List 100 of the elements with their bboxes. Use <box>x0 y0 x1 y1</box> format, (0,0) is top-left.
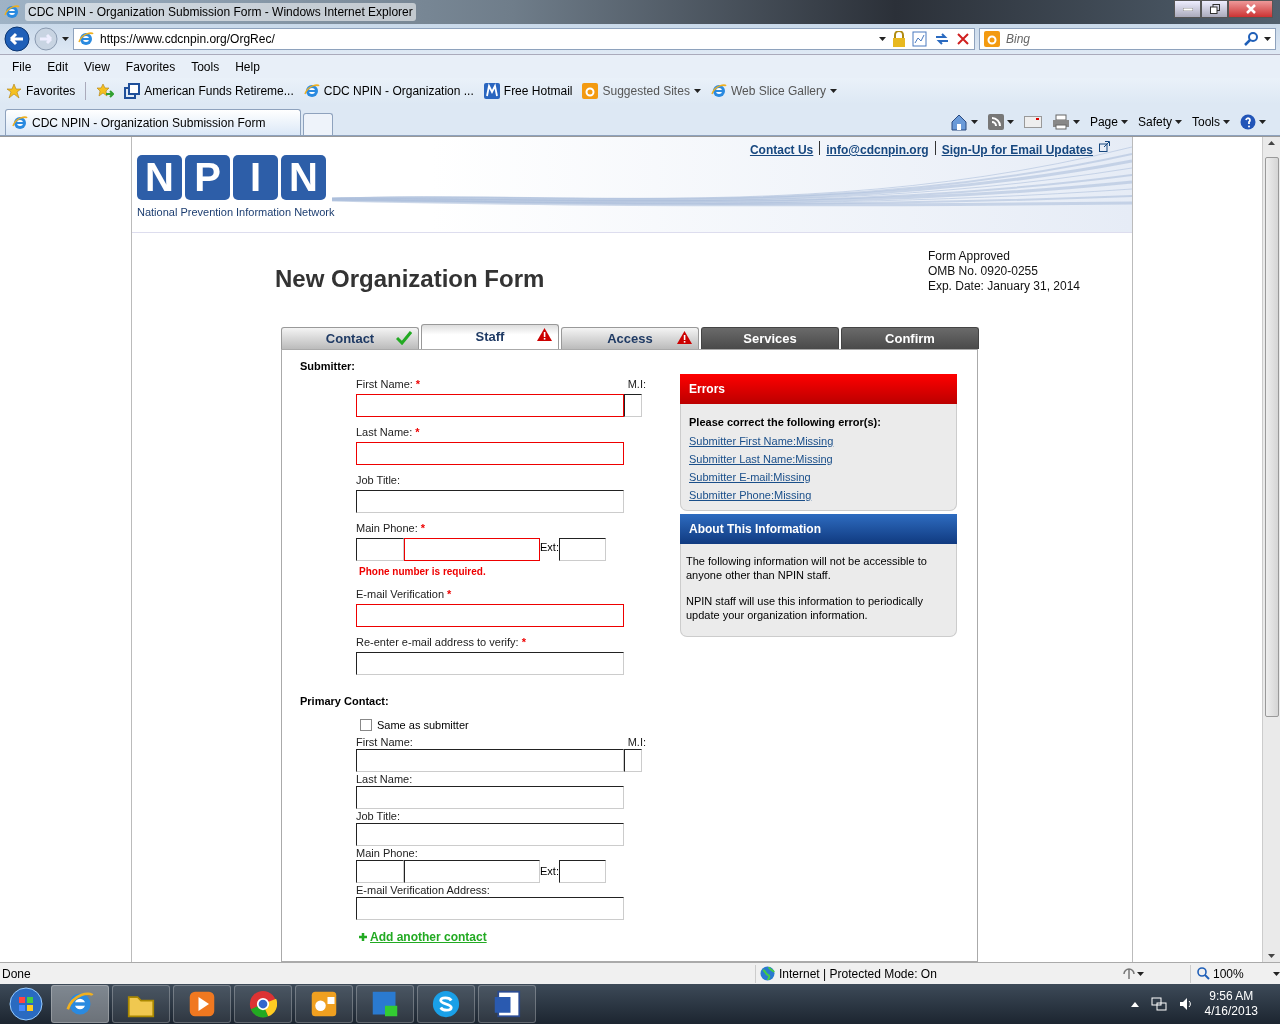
dropdown-caret-icon[interactable] <box>1259 120 1266 124</box>
favorite-link[interactable]: CDC NPIN - Organization ... <box>303 82 474 100</box>
dropdown-caret-icon[interactable] <box>1223 120 1230 124</box>
favorite-link[interactable]: Suggested Sites <box>582 82 701 100</box>
stop-icon[interactable] <box>956 32 970 46</box>
dropdown-caret-icon[interactable] <box>1006 120 1014 124</box>
menu-item[interactable]: File <box>4 57 40 76</box>
home-icon[interactable] <box>949 113 968 131</box>
dropdown-caret-icon[interactable] <box>1137 971 1144 976</box>
required-mark: * <box>521 634 526 649</box>
volume-icon[interactable] <box>1178 997 1193 1011</box>
dropdown-caret-icon[interactable] <box>693 89 701 93</box>
field-label: Ext: <box>540 540 559 556</box>
scrollbar[interactable] <box>1262 137 1280 962</box>
error-link[interactable]: Submitter Last Name:Missing <box>689 449 948 468</box>
dropdown-caret-icon[interactable] <box>1072 120 1080 124</box>
taskbar-app[interactable] <box>356 985 414 1023</box>
dropdown-caret-icon[interactable] <box>1120 120 1128 124</box>
phone-field[interactable] <box>404 537 540 561</box>
taskbar-app[interactable] <box>173 985 231 1023</box>
browser-tab[interactable]: CDC NPIN - Organization Submission Form <box>5 109 301 135</box>
favorite-link[interactable]: Web Slice Gallery <box>710 82 838 100</box>
area-code-field[interactable] <box>356 537 404 561</box>
checkbox[interactable] <box>360 719 372 732</box>
zoom-button[interactable]: 100% <box>1190 964 1280 983</box>
field-label: Re-enter e-mail address to verify: <box>356 634 519 649</box>
scroll-up-icon[interactable] <box>1268 141 1275 145</box>
close-button[interactable] <box>1228 0 1273 18</box>
text-field[interactable] <box>356 785 624 809</box>
search-icon[interactable] <box>1244 32 1258 46</box>
header-link[interactable]: Sign-Up for Email Updates <box>941 141 1093 159</box>
chat-window-icon <box>371 990 399 1018</box>
text-field[interactable] <box>356 651 624 675</box>
address-field[interactable]: https://www.cdcnpin.org/OrgRec/ <box>73 28 975 50</box>
url-text: https://www.cdcnpin.org/OrgRec/ <box>100 31 275 48</box>
clock-date: 4/16/2013 <box>1204 1004 1258 1019</box>
command-menu[interactable]: Safety <box>1137 113 1182 131</box>
form-tab[interactable]: Contact <box>281 327 419 349</box>
form-tab[interactable]: Staff <box>421 324 559 349</box>
feed-icon[interactable] <box>987 114 1004 130</box>
dropdown-caret-icon[interactable] <box>879 37 886 41</box>
taskbar-app[interactable] <box>478 985 536 1023</box>
dropdown-caret-icon[interactable] <box>1264 37 1271 41</box>
compatibility-view-icon[interactable] <box>912 31 928 47</box>
dropdown-caret-icon[interactable] <box>1273 972 1280 977</box>
text-field[interactable] <box>356 603 624 627</box>
text-field[interactable] <box>356 393 624 417</box>
header-link[interactable]: info@cdcnpin.org <box>826 141 929 159</box>
taskbar-app[interactable] <box>234 985 292 1023</box>
favorite-link[interactable]: American Funds Retireme... <box>124 82 294 100</box>
scrollbar-thumb[interactable] <box>1264 157 1279 717</box>
add-favorite-icon[interactable] <box>96 83 115 99</box>
scroll-down-icon[interactable] <box>1268 954 1275 958</box>
text-field[interactable] <box>356 896 624 920</box>
restore-button[interactable] <box>1201 0 1228 18</box>
initial-field[interactable] <box>624 748 642 772</box>
error-link[interactable]: Submitter Phone:Missing <box>689 485 948 504</box>
minimize-button[interactable] <box>1174 0 1201 18</box>
menu-item[interactable]: Edit <box>39 57 77 76</box>
favorites-button[interactable]: Favorites <box>6 82 76 100</box>
dropdown-caret-icon[interactable] <box>1175 120 1182 124</box>
checkmark-icon <box>396 331 412 345</box>
command-menu[interactable]: Page <box>1089 113 1128 131</box>
error-link[interactable]: Submitter E-mail:Missing <box>689 467 948 486</box>
required-mark: * <box>447 586 452 601</box>
dropdown-caret-icon[interactable] <box>62 37 69 41</box>
menu-item[interactable]: Help <box>227 57 268 76</box>
dropdown-caret-icon[interactable] <box>970 120 978 124</box>
taskbar-app[interactable] <box>417 985 475 1023</box>
refresh-icon[interactable] <box>934 31 950 47</box>
menu-item[interactable]: Tools <box>183 57 228 76</box>
header-link[interactable]: Contact Us <box>749 141 814 159</box>
form-tab[interactable]: Access <box>561 327 699 349</box>
zone-text: Internet | Protected Mode: On <box>779 965 937 983</box>
text-field[interactable] <box>356 748 624 772</box>
error-link[interactable]: Submitter First Name:Missing <box>689 431 948 450</box>
text-field[interactable] <box>356 822 624 846</box>
text-field[interactable] <box>356 489 624 513</box>
command-menu[interactable]: Tools <box>1192 113 1230 131</box>
area-code-field[interactable] <box>356 859 404 883</box>
extension-field[interactable] <box>558 859 606 883</box>
phone-field[interactable] <box>404 859 540 883</box>
taskbar-app[interactable] <box>112 985 170 1023</box>
menu-item[interactable]: View <box>76 57 118 76</box>
security-icon[interactable] <box>1121 966 1137 981</box>
extension-field[interactable] <box>558 537 606 561</box>
help-icon[interactable] <box>1240 114 1256 130</box>
favorite-link[interactable]: Free Hotmail <box>483 82 573 100</box>
menu-item[interactable]: Favorites <box>117 57 184 76</box>
text-field[interactable] <box>356 441 624 465</box>
dropdown-caret-icon[interactable] <box>830 89 838 93</box>
back-button-icon[interactable] <box>4 26 30 52</box>
show-hidden-icons-icon[interactable] <box>1130 1001 1139 1007</box>
search-field[interactable]: Bing <box>979 28 1276 50</box>
initial-field[interactable] <box>624 393 642 417</box>
network-icon[interactable] <box>1150 997 1167 1011</box>
mail-icon[interactable] <box>1023 116 1042 128</box>
printer-icon[interactable] <box>1051 114 1070 130</box>
taskbar-app[interactable] <box>295 985 353 1023</box>
external-link-icon[interactable] <box>1099 141 1110 152</box>
